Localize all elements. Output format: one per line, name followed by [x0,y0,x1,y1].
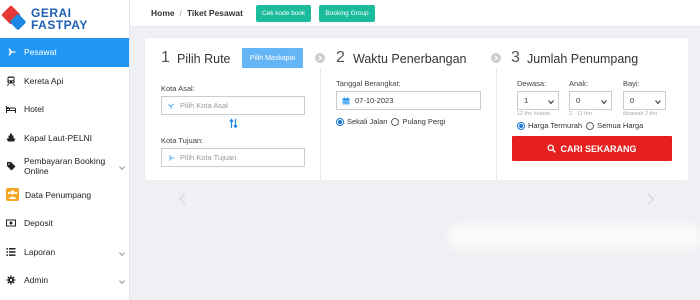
step-number: 2 [336,49,345,66]
sidebar: GERAI FASTPAY Pesawat Kereta Api Hotel K… [0,0,130,300]
trip-type-radio-group: Sekali Jalan Pulang Pergi [336,117,445,126]
tanggal-berangkat-value: 07-10-2023 [355,96,394,105]
anak-hint: 2 - 11 thn [569,111,592,117]
plane-icon [167,102,175,110]
sidebar-item-pembayaran-booking[interactable]: Pembayaran Booking Online [0,152,129,181]
sidebar-item-kapal-laut[interactable]: Kapal Laut-PELNI [0,124,129,153]
sidebar-item-admin[interactable]: Admin [0,266,129,295]
step-number: 3 [511,49,520,66]
money-icon [6,218,16,228]
tanggal-berangkat-input[interactable]: 07-10-2023 [336,91,481,110]
chevron-down-icon [601,98,607,105]
swap-route-icon[interactable] [229,118,238,129]
cek-kode-book-button[interactable]: Cek kode book [255,4,312,22]
breadcrumb-separator: / [179,8,182,18]
sidebar-item-kereta-api[interactable]: Kereta Api [0,67,129,96]
bayi-label: Bayi: [623,79,640,88]
sidebar-item-label: Kapal Laut-PELNI [24,132,93,143]
step-divider [496,68,497,180]
breadcrumb-home[interactable]: Home [151,8,175,18]
radio-sekali-jalan[interactable] [336,117,344,126]
topbar: Home / Tiket Pesawat Cek kode book Booki… [130,0,700,27]
anak-label: Anak: [569,79,589,88]
cari-sekarang-label: CARI SEKARANG [560,143,637,154]
radio-harga-termurah-label: Harga Termurah [528,121,583,130]
step-title: Pilih Rute [177,52,231,66]
sidebar-item-hotel[interactable]: Hotel [0,95,129,124]
plane-icon [167,154,175,162]
tag-icon [6,161,16,171]
tanggal-berangkat-label: Tanggal Berangkat: [336,79,401,88]
step-arrow-icon [491,53,501,63]
sidebar-item-label: Pembayaran Booking Online [24,156,106,177]
dewasa-label: Dewasa: [517,79,547,88]
radio-semua-harga[interactable] [586,121,595,130]
sidebar-item-label: Hotel [24,104,44,115]
radio-semua-harga-label: Semua Harga [597,121,644,130]
gear-icon [6,275,16,285]
cari-sekarang-button[interactable]: CARI SEKARANG [512,136,672,161]
kota-asal-placeholder: Pilih Kota Asal [180,101,228,110]
step-pilih-rute: 1 Pilih Rute Pilih Maskapai Kota Asal: P… [145,38,312,180]
kota-tujuan-placeholder: Pilih Kota Tujuan [180,153,237,162]
sidebar-item-label: Kereta Api [24,75,64,86]
flight-search-card: 1 Pilih Rute Pilih Maskapai Kota Asal: P… [145,38,688,180]
sidebar-item-pesawat[interactable]: Pesawat [0,38,129,67]
bed-icon [6,104,16,114]
ship-icon [6,133,16,143]
price-type-radio-group: Harga Termurah Semua Harga [517,121,643,130]
logo-text-line2: FASTPAY [31,18,88,32]
dewasa-select[interactable]: 1 [517,91,559,110]
sidebar-item-data-penumpang[interactable]: Data Penumpang [0,181,129,210]
passenger-icon [6,188,19,202]
booking-group-button[interactable]: Booking Group [319,4,375,22]
carousel-next-icon[interactable] [645,193,655,205]
plane-icon [6,47,16,57]
chevron-down-icon [655,98,661,105]
step-waktu-penerbangan: 2 Waktu Penerbangan Tanggal Berangkat: 0… [327,38,487,180]
radio-sekali-jalan-label: Sekali Jalan [347,117,388,126]
chevron-down-icon [119,277,125,285]
step-divider [320,68,321,180]
faded-banner [455,230,695,244]
sidebar-item-deposit[interactable]: Deposit [0,209,129,238]
train-icon [6,76,16,86]
chevron-down-icon [548,98,554,105]
chevron-down-icon [119,163,125,171]
kota-tujuan-label: Kota Tujuan: [161,136,204,145]
sidebar-item-laporan[interactable]: Laporan [0,238,129,267]
breadcrumb-current: Tiket Pesawat [186,8,243,18]
radio-pulang-pergi-label: Pulang Pergi [402,117,446,126]
step-arrow-icon [315,53,325,63]
sidebar-item-label: Data Penumpang [25,189,92,200]
sidebar-item-label: Pesawat [24,47,57,58]
sidebar-item-label: Admin [24,275,49,286]
app-logo[interactable]: GERAI FASTPAY [0,0,129,38]
step-number: 1 [161,49,170,66]
bayi-value: 0 [630,96,635,105]
dewasa-value: 1 [524,96,529,105]
dewasa-hint: 12 thn keatas [517,111,551,117]
sidebar-item-label: Deposit [24,218,53,229]
step-title: Waktu Penerbangan [353,52,467,66]
carousel-prev-icon[interactable] [178,193,188,205]
kota-asal-label: Kota Asal: [161,84,195,93]
logo-mark-icon [1,5,28,32]
radio-harga-termurah[interactable] [517,121,525,130]
calendar-icon [342,96,350,105]
chevron-down-icon [119,249,125,257]
bayi-hint: dibawah 2 thn [623,111,658,117]
bayi-select[interactable]: 0 [623,91,666,110]
list-icon [6,247,16,257]
kota-tujuan-input[interactable]: Pilih Kota Tujuan [161,148,305,167]
radio-pulang-pergi[interactable] [391,117,400,126]
step-title: Jumlah Penumpang [527,52,639,66]
sidebar-item-label: Laporan [24,246,56,257]
anak-value: 0 [576,96,581,105]
anak-select[interactable]: 0 [569,91,612,110]
search-icon [547,144,557,153]
kota-asal-input[interactable]: Pilih Kota Asal [161,96,305,115]
pilih-maskapai-button[interactable]: Pilih Maskapai [242,48,303,68]
